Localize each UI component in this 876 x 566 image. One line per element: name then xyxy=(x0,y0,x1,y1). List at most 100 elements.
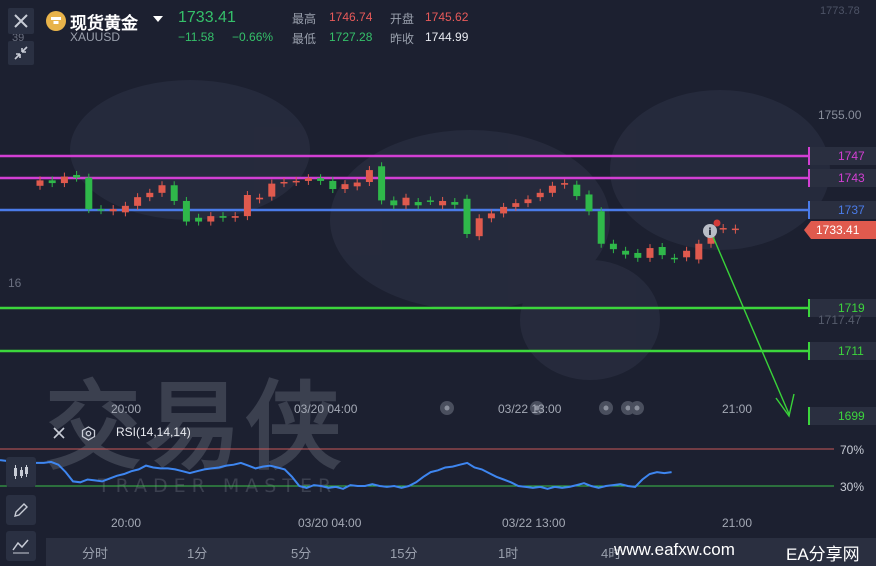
timeframe-15m[interactable]: 15分 xyxy=(390,543,417,562)
candle-body xyxy=(195,217,203,222)
candle-body xyxy=(85,177,93,210)
chart-type-button[interactable] xyxy=(6,457,36,487)
candle-body xyxy=(365,170,373,182)
candle-body xyxy=(634,252,642,258)
price-change: −11.58 xyxy=(178,30,215,44)
candle-body xyxy=(109,209,117,212)
low-label: 最低 xyxy=(292,32,317,46)
candle-body xyxy=(317,178,325,181)
compress-icon xyxy=(14,46,28,60)
indicator-button[interactable] xyxy=(6,531,36,561)
time-label-4: 21:00 xyxy=(722,402,753,416)
candle-body xyxy=(524,199,532,204)
candle-body xyxy=(134,197,142,206)
candle-body xyxy=(48,180,56,184)
timeframe-1m[interactable]: 1分 xyxy=(187,543,207,562)
candle-body xyxy=(561,183,569,185)
rsi-30-label: 30% xyxy=(840,480,865,494)
candle-body xyxy=(170,185,178,201)
price-chart[interactable]: 交易侠 TRADER MASTER i xyxy=(0,0,876,566)
candle-body xyxy=(463,198,471,234)
price-change-pct: −0.66% xyxy=(232,30,274,44)
candle-body xyxy=(475,218,483,237)
candle-body xyxy=(158,185,166,193)
candle-body xyxy=(719,228,727,230)
candle-body xyxy=(304,178,312,181)
prev-close-label: 昨收 xyxy=(390,32,415,46)
site-name: EA分享网 xyxy=(786,545,860,564)
candle-body xyxy=(487,213,495,219)
candle-body xyxy=(378,166,386,201)
candle-body xyxy=(280,182,288,184)
axis-1755: 1755.00 xyxy=(818,108,862,122)
current-price-value: 1733.41 xyxy=(816,223,860,237)
candle-body xyxy=(121,205,129,213)
timeframe-bar xyxy=(46,538,876,566)
rsi-time-label-3: 03/22 13:00 xyxy=(502,516,566,530)
time-label-3: 03/22 13:00 xyxy=(498,402,562,416)
timeframe-1h[interactable]: 1时 xyxy=(498,543,518,562)
candle-body xyxy=(256,197,264,200)
close-icon xyxy=(14,14,28,28)
low-value: 1727.28 xyxy=(329,30,373,44)
open-label: 开盘 xyxy=(390,12,415,26)
close-indicator-icon[interactable] xyxy=(52,426,66,440)
level-tag-1737: 1737 xyxy=(808,201,876,219)
candle-body xyxy=(243,195,251,217)
open-value: 1745.62 xyxy=(425,10,469,24)
time-label-2: 03/20 04:00 xyxy=(294,402,358,416)
last-price: 1733.41 xyxy=(178,9,236,26)
indicator-icon xyxy=(12,539,29,554)
candle-body xyxy=(292,180,300,183)
level-tag-1747: 1747 xyxy=(808,147,876,165)
gold-bars-icon xyxy=(51,17,61,24)
candle-body xyxy=(207,216,215,222)
close-button[interactable] xyxy=(8,8,34,34)
candle-body xyxy=(390,200,398,206)
candle-body xyxy=(402,197,410,206)
rsi-time-label-4: 21:00 xyxy=(722,516,753,530)
candle-body xyxy=(585,194,593,212)
candle-body xyxy=(36,180,44,186)
time-label-1: 20:00 xyxy=(111,402,142,416)
rsi-time-label-2: 03/20 04:00 xyxy=(298,516,362,530)
candle-body xyxy=(426,200,434,202)
candle-body xyxy=(414,202,422,206)
candle-body xyxy=(500,206,508,214)
candle-body xyxy=(548,185,556,193)
candle-body xyxy=(341,184,349,190)
high-value: 1746.74 xyxy=(329,10,373,24)
candle-body xyxy=(329,180,337,190)
forecast-arrow[interactable] xyxy=(710,231,795,418)
settings-icon[interactable] xyxy=(81,426,96,441)
timeframe-tick[interactable]: 分时 xyxy=(82,543,108,562)
level-tag-1743: 1743 xyxy=(808,169,876,187)
timeframe-5m[interactable]: 5分 xyxy=(291,543,311,562)
candle-body xyxy=(182,200,190,222)
candle-body xyxy=(353,182,361,187)
candle-body xyxy=(219,216,227,218)
chart-stage: 交易侠 TRADER MASTER i 1747 1743 1737 1719 … xyxy=(0,0,876,566)
gold-icon xyxy=(46,11,66,31)
candle-body xyxy=(731,228,739,231)
axis-top-faint: 1773.78 xyxy=(820,5,860,17)
candle-body xyxy=(536,192,544,198)
candle-body xyxy=(97,209,105,211)
candle-body xyxy=(609,243,617,250)
collapse-button[interactable] xyxy=(8,41,34,65)
symbol-label: XAUUSD xyxy=(70,30,121,44)
candle-body xyxy=(646,248,654,258)
candle-body xyxy=(73,174,81,178)
candle-body xyxy=(268,183,276,197)
candle-body xyxy=(670,257,678,260)
axis-1717: 1717.47 xyxy=(818,313,862,327)
prev-close-value: 1744.99 xyxy=(425,30,469,44)
site-url: www.eafxw.com xyxy=(614,540,735,559)
rsi-label: RSI(14,14,14) xyxy=(116,425,191,439)
chevron-down-icon[interactable] xyxy=(153,16,163,24)
level-tag-1711: 1711 xyxy=(808,342,876,360)
candlestick-icon xyxy=(14,465,28,479)
candle-body xyxy=(146,192,154,198)
level-tag-1699: 1699 xyxy=(808,407,876,425)
draw-tool-button[interactable] xyxy=(6,495,36,525)
